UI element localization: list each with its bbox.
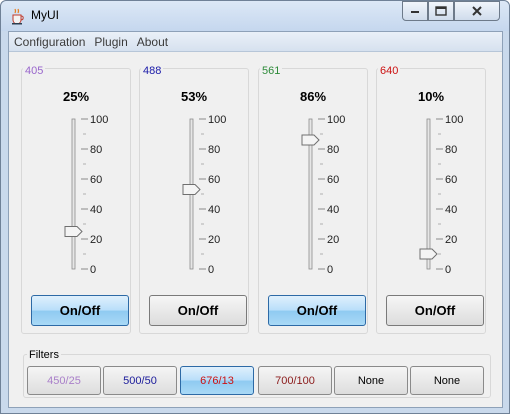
slider-tick-label: 100 [90,114,108,126]
slider-tick-label: 60 [90,174,102,186]
slider-tick-label: 100 [208,114,226,126]
menu-about[interactable]: About [133,35,172,49]
java-cup-icon [12,8,24,25]
on-off-button[interactable]: On/Off [31,295,129,326]
slider-tick-label: 20 [327,234,339,246]
intensity-slider[interactable]: 100 80 60 40 20 0 [377,69,485,333]
slider-tick-label: 40 [208,204,220,216]
channel-panel: 640 10% 100 80 60 40 20 0 On/Off [376,65,486,334]
filter-button[interactable]: 676/13 [180,366,254,395]
slider-tick-label: 20 [208,234,220,246]
client-area: Configuration Plugin About 405 25% 100 80 60… [8,31,503,408]
channel-panel: 561 86% 100 80 60 40 20 0 On/Off [258,65,368,334]
title-bar[interactable]: MyUI [1,1,509,31]
on-off-button[interactable]: On/Off [386,295,484,326]
slider-tick-label: 80 [445,144,457,156]
slider-tick-label: 80 [327,144,339,156]
slider-track[interactable] [426,118,431,270]
slider-tick-label: 40 [445,204,457,216]
minimize-button[interactable] [402,1,428,21]
menu-configuration[interactable]: Configuration [10,35,89,49]
channel-panel: 488 53% 100 80 60 40 20 0 On/Off [139,65,249,334]
channel-panel: 405 25% 100 80 60 40 20 0 On/Off [21,65,131,334]
filter-button[interactable]: None [334,366,408,395]
slider-thumb[interactable] [419,248,438,260]
filter-button[interactable]: None [410,366,484,395]
slider-tick-label: 0 [208,264,214,276]
slider-tick-label: 20 [90,234,102,246]
filters-label: Filters [27,349,61,361]
slider-tick-label: 0 [327,264,333,276]
close-icon [472,6,482,16]
slider-tick-label: 60 [445,174,457,186]
menu-plugin[interactable]: Plugin [90,35,131,49]
menu-bar: Configuration Plugin About [9,32,502,52]
app-window: MyUI Configuration Plugin About 405 25% 10… [0,0,510,414]
intensity-slider[interactable]: 100 80 60 40 20 0 [22,69,130,333]
slider-tick-label: 80 [90,144,102,156]
slider-tick-label: 80 [208,144,220,156]
slider-thumb[interactable] [182,184,201,195]
maximize-icon [435,6,447,16]
slider-tick-label: 100 [445,114,463,126]
window-title: MyUI [31,8,59,22]
filter-button[interactable]: 500/50 [103,366,177,395]
slider-thumb[interactable] [64,226,83,237]
filter-button[interactable]: 700/100 [258,366,332,395]
intensity-slider[interactable]: 100 80 60 40 20 0 [259,69,367,333]
maximize-button[interactable] [428,1,454,21]
slider-tick-label: 20 [445,234,457,246]
intensity-slider[interactable]: 100 80 60 40 20 0 [140,69,248,333]
minimize-icon [411,11,419,13]
slider-thumb[interactable] [301,134,320,146]
slider-tick-label: 0 [90,264,96,276]
slider-tick-label: 60 [208,174,220,186]
slider-tick-label: 60 [327,174,339,186]
slider-tick-label: 100 [327,114,345,126]
slider-track[interactable] [71,118,76,270]
close-button[interactable] [454,1,500,21]
filter-button[interactable]: 450/25 [27,366,101,395]
on-off-button[interactable]: On/Off [268,295,366,326]
slider-tick-label: 40 [327,204,339,216]
slider-tick-label: 0 [445,264,451,276]
on-off-button[interactable]: On/Off [149,295,247,326]
slider-tick-label: 40 [90,204,102,216]
